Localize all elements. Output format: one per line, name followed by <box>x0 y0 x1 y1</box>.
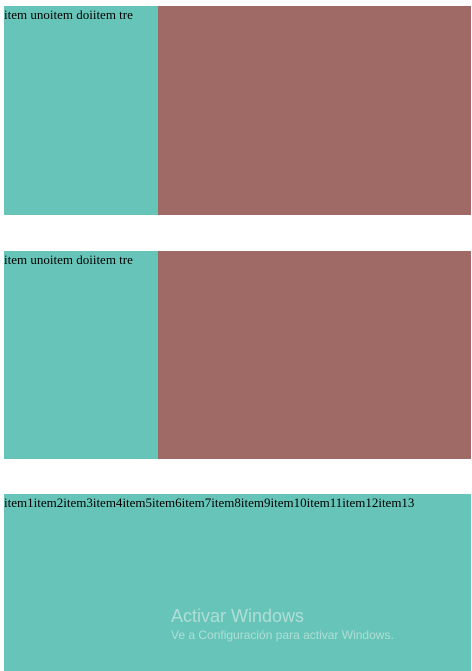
list-item: item1 <box>4 495 34 510</box>
item-list-1: item uno item doi item tre <box>4 6 158 24</box>
flex-row-2: item uno item doi item tre <box>4 251 471 459</box>
list-item: item10 <box>270 495 307 510</box>
right-panel-2 <box>158 251 471 459</box>
flex-row-3: item1 item2 item3 item4 item5 item6 item… <box>4 494 471 671</box>
item-list-3: item1 item2 item3 item4 item5 item6 item… <box>4 494 414 512</box>
list-item: item8 <box>211 495 241 510</box>
list-item: item uno <box>4 252 50 267</box>
item-list-2: item uno item doi item tre <box>4 251 158 269</box>
list-item: item5 <box>122 495 153 510</box>
list-item: item9 <box>240 495 271 510</box>
flex-row-1: item uno item doi item tre <box>4 6 471 215</box>
list-item: item doi <box>49 7 93 22</box>
page: item uno item doi item tre item uno item… <box>0 0 472 671</box>
list-item: item3 <box>63 495 93 510</box>
list-item: item uno <box>4 7 50 22</box>
list-item: item doi <box>49 252 93 267</box>
list-item: item11 <box>306 495 343 510</box>
list-item: item13 <box>378 495 415 510</box>
list-item: item7 <box>181 495 212 510</box>
list-item: item12 <box>342 495 379 510</box>
list-item: item6 <box>152 495 182 510</box>
list-item: item4 <box>92 495 123 510</box>
list-item: item tre <box>92 252 133 267</box>
right-panel-1 <box>158 6 471 215</box>
list-item: item tre <box>92 7 133 22</box>
list-item: item2 <box>33 495 64 510</box>
left-panel-2: item uno item doi item tre <box>4 251 158 459</box>
left-panel-1: item uno item doi item tre <box>4 6 158 215</box>
